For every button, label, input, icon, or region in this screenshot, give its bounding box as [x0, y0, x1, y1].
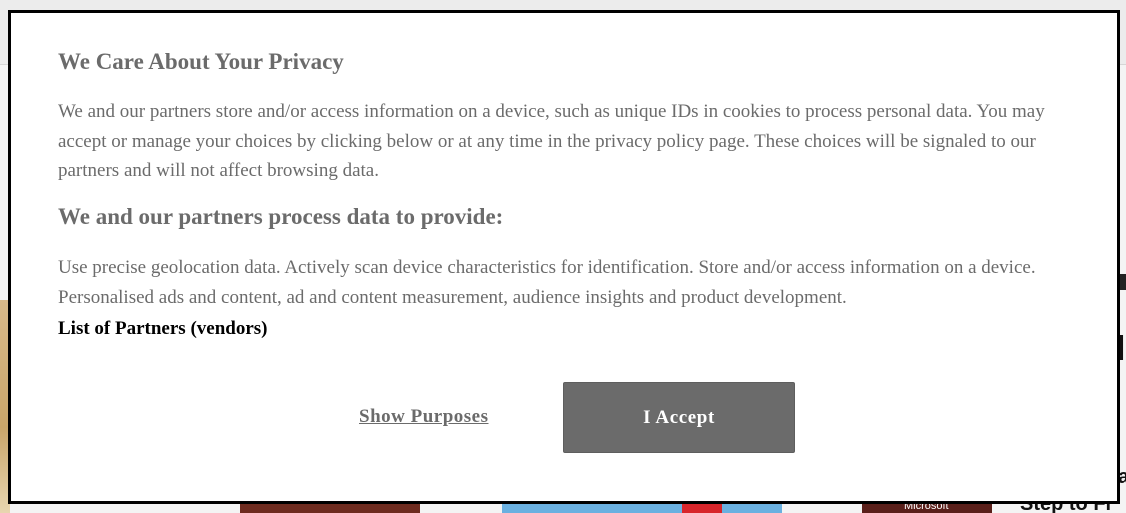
- privacy-consent-dialog: We Care About Your Privacy We and our pa…: [8, 10, 1120, 504]
- accept-button[interactable]: I Accept: [563, 382, 795, 453]
- consent-subtitle: We and our partners process data to prov…: [58, 204, 504, 229]
- show-purposes-button[interactable]: Show Purposes: [359, 406, 489, 428]
- vendors-list-link[interactable]: List of Partners (vendors): [58, 318, 268, 340]
- purposes-list: Use precise geolocation data. Actively s…: [58, 257, 1036, 308]
- consent-description: We and our partners store and/or access …: [58, 101, 1045, 181]
- consent-title: We Care About Your Privacy: [58, 49, 344, 74]
